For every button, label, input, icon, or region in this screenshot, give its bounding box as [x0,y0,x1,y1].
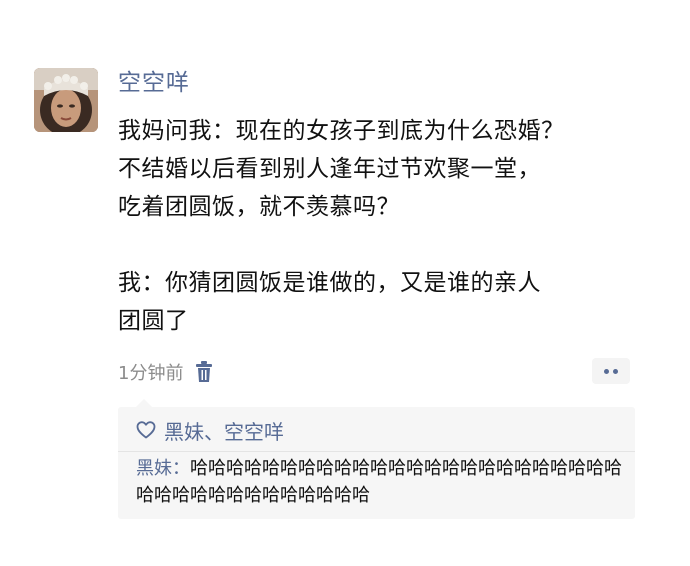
comment-separator: ： [172,458,190,479]
heart-icon [136,421,156,439]
trash-icon[interactable] [195,361,213,383]
post-username[interactable]: 空空咩 [118,68,190,98]
comment-text: 哈哈哈哈哈哈哈哈哈哈哈哈哈哈哈哈哈哈哈哈哈哈哈哈哈哈哈哈哈哈哈哈哈哈哈哈哈 [136,458,622,506]
post-paragraph: 我：你猜团圆饭是谁做的，又是谁的亲人 团圆了 [118,270,541,334]
moments-post: 空空咩 我妈问我：现在的女孩子到底为什么恐婚？ 不结婚以后看到别人逢年过节欢聚一… [0,0,690,566]
post-time: 1分钟前 [118,363,184,384]
post-meta: 1分钟前 [118,358,213,386]
more-dots-icon [613,368,618,374]
more-options-button[interactable] [592,358,630,384]
divider [118,451,635,452]
avatar-image [34,68,98,132]
interaction-panel: 黑妹、空空咩 黑妹：哈哈哈哈哈哈哈哈哈哈哈哈哈哈哈哈哈哈哈哈哈哈哈哈哈哈哈哈哈哈… [118,399,635,519]
comment-author[interactable]: 黑妹 [136,458,172,479]
more-dots-icon [604,368,609,374]
post-paragraph: 我妈问我：现在的女孩子到底为什么恐婚？ 不结婚以后看到别人逢年过节欢聚一堂， 吃… [118,118,565,220]
avatar[interactable] [34,68,98,132]
comment-item[interactable]: 黑妹：哈哈哈哈哈哈哈哈哈哈哈哈哈哈哈哈哈哈哈哈哈哈哈哈哈哈哈哈哈哈哈哈哈哈哈哈哈 [136,455,628,509]
likes-row: 黑妹、空空咩 [136,415,284,445]
likes-names[interactable]: 黑妹、空空咩 [164,416,284,445]
post-content: 我妈问我：现在的女孩子到底为什么恐婚？ 不结婚以后看到别人逢年过节欢聚一堂， 吃… [118,112,658,340]
